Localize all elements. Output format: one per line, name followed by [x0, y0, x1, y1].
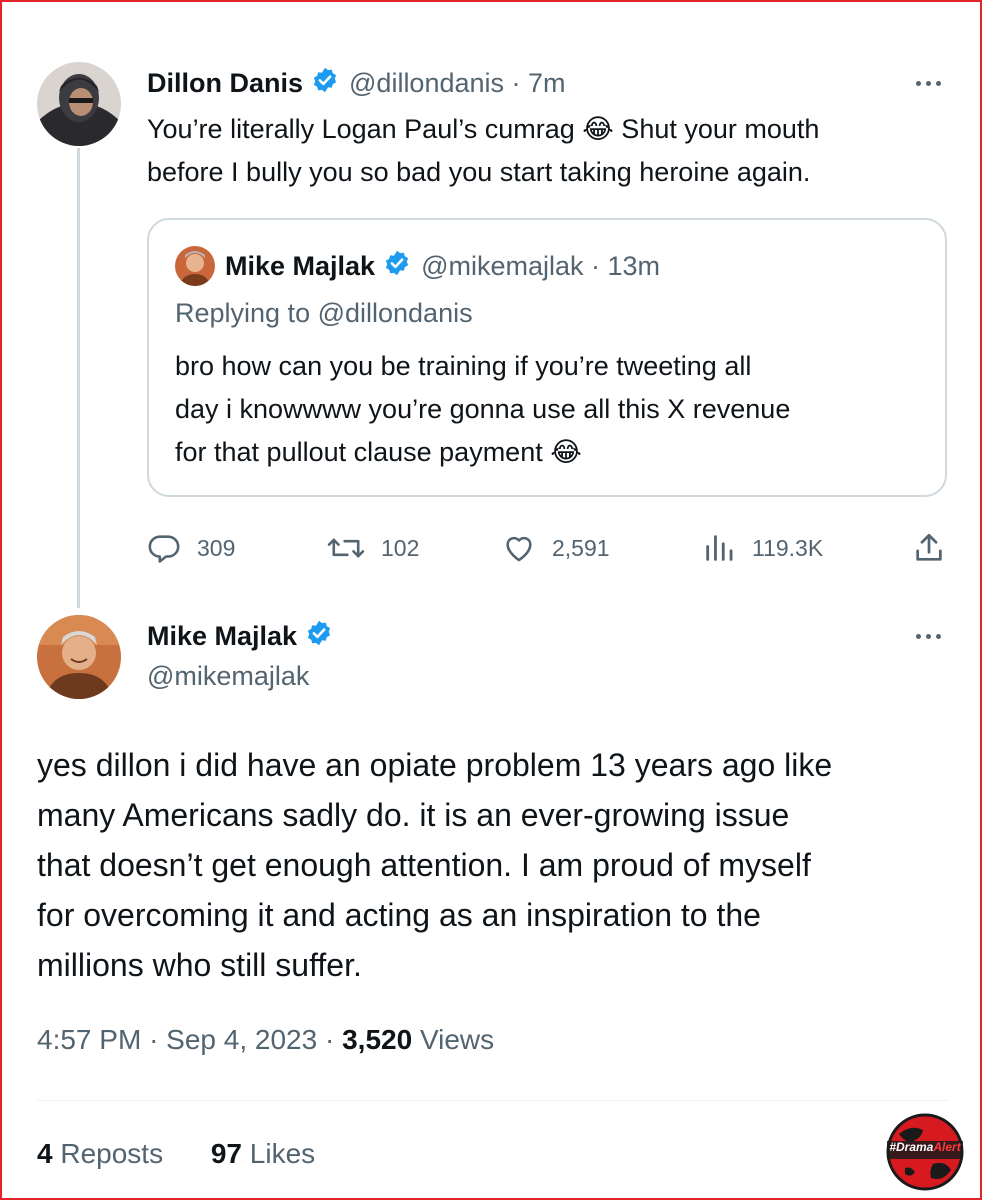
repost-count: 102 — [381, 534, 420, 561]
views-label: Views — [419, 1024, 495, 1055]
drama-alert-logo: #DramaAlert — [885, 1112, 965, 1192]
tweet-text-line: millions who still suffer. — [37, 947, 362, 983]
verified-badge-icon — [311, 66, 339, 101]
author-name[interactable]: Mike Majlak — [147, 621, 297, 652]
quoted-author-handle-and-time: @mikemajlak · 13m — [421, 250, 661, 281]
tweet-action-bar: 309 102 2,591 119.3K — [147, 526, 952, 570]
replying-to-label: Replying to @dillondanis — [175, 298, 473, 328]
reply-count: 309 — [197, 534, 236, 561]
quoted-tweet-text: bro how can you be training if you’re tw… — [175, 345, 935, 474]
tweet-text-line: for overcoming it and acting as an inspi… — [37, 897, 761, 933]
like-button[interactable]: 2,591 — [502, 526, 610, 570]
tweet-time[interactable]: 4:57 PM — [37, 1024, 141, 1055]
views-total: 3,520 — [342, 1024, 413, 1055]
reposts-stat-link[interactable]: 4 Reposts — [37, 1138, 171, 1169]
likes-label: Likes — [249, 1138, 316, 1169]
avatar-mike-majlak-small — [175, 246, 215, 286]
author-handle-and-time[interactable]: @dillondanis · 7m — [349, 68, 566, 99]
share-upload-icon — [916, 533, 942, 561]
likes-total: 97 — [210, 1138, 243, 1169]
more-options-icon[interactable] — [912, 631, 946, 641]
repost-arrows-icon — [327, 538, 365, 558]
share-button[interactable] — [912, 526, 962, 570]
separator-dot: · — [324, 1024, 335, 1055]
avatar-mike-majlak[interactable] — [37, 615, 121, 699]
avatar-dillon-danis[interactable] — [37, 62, 121, 146]
more-options-icon[interactable] — [912, 78, 946, 88]
views-button[interactable]: 119.3K — [702, 526, 823, 570]
reply-bubble-icon — [148, 535, 180, 563]
logo-wordmark: #DramaAlert — [885, 1140, 965, 1160]
main-tweet-text: yes dillon i did have an opiate problem … — [37, 740, 952, 990]
tweet-timestamp-line: 4:57 PM · Sep 4, 2023 · 3,520 Views — [37, 1024, 494, 1056]
reposts-label: Reposts — [60, 1138, 164, 1169]
parent-tweet-header: Dillon Danis @dillondanis · 7m — [147, 64, 566, 102]
reposts-total: 4 — [37, 1138, 53, 1169]
parent-tweet-text: You’re literally Logan Paul’s cumrag 😂 S… — [147, 108, 957, 194]
author-handle[interactable]: @mikemajlak — [147, 661, 309, 692]
divider — [37, 1100, 949, 1101]
tweet-text-line: yes dillon i did have an opiate problem … — [37, 747, 833, 783]
separator-dot: · — [149, 1024, 159, 1055]
screenshot-frame: Dillon Danis @dillondanis · 7m You’re li… — [0, 0, 982, 1200]
quoted-text-line: day i knowwww you’re gonna use all this … — [175, 394, 791, 424]
quoted-author-name: Mike Majlak — [225, 250, 376, 281]
verified-badge-icon — [305, 619, 333, 654]
like-count: 2,591 — [552, 534, 610, 561]
thread-connector-line — [77, 148, 80, 608]
logo-text-part: #Drama — [889, 1140, 934, 1154]
tweet-text-line: that doesn’t get enough attention. I am … — [37, 847, 811, 883]
author-name[interactable]: Dillon Danis — [147, 68, 303, 99]
likes-stat-link[interactable]: 97 Likes — [211, 1138, 315, 1169]
verified-badge-icon — [383, 249, 411, 284]
quoted-text-line: bro how can you be training if you’re tw… — [175, 351, 752, 381]
engagement-stats: 4 Reposts 97 Likes — [37, 1138, 355, 1170]
bar-chart-icon — [706, 535, 733, 561]
tweet-text-line: You’re literally Logan Paul’s cumrag 😂 S… — [147, 114, 820, 144]
quoted-tweet-header: Mike Majlak @mikemajlak · 13m — [225, 246, 660, 286]
reply-button[interactable]: 309 — [147, 526, 235, 570]
tweet-text-line: before I bully you so bad you start taki… — [147, 157, 811, 187]
views-count: 119.3K — [752, 534, 824, 561]
repost-button[interactable]: 102 — [327, 526, 419, 570]
quoted-text-line: for that pullout clause payment 😂 — [175, 437, 582, 467]
tweet-text-line: many Americans sadly do. it is an ever-g… — [37, 797, 790, 833]
logo-text-part: Alert — [933, 1140, 961, 1154]
heart-icon — [506, 536, 532, 562]
tweet-date[interactable]: Sep 4, 2023 — [166, 1024, 317, 1055]
main-tweet-header: Mike Majlak — [147, 617, 333, 655]
quoted-tweet-card[interactable]: Mike Majlak @mikemajlak · 13m Replying t… — [147, 218, 947, 497]
